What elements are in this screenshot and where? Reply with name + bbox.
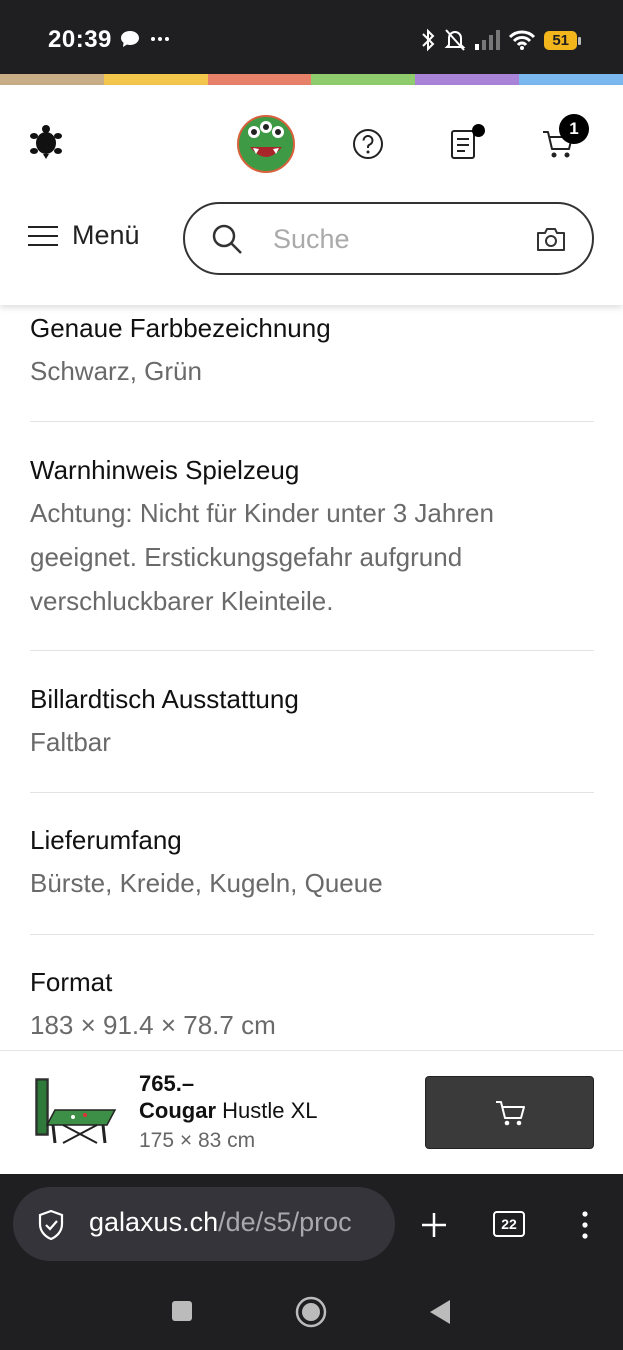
divider	[30, 934, 594, 935]
status-time: 20:39	[48, 26, 112, 53]
tabs-count-button[interactable]: 22	[493, 1211, 525, 1237]
product-model: Hustle XL	[222, 1098, 318, 1123]
url-text: galaxus.ch/de/s5/proc	[89, 1207, 352, 1238]
search-bar[interactable]	[183, 202, 594, 275]
browser-toolbar: galaxus.ch/de/s5/proc 22	[0, 1174, 623, 1270]
spec-title: Lieferumfang	[30, 825, 182, 855]
spec-item: Lieferumfang Bürste, Kreide, Kugeln, Que…	[30, 823, 594, 905]
url-bar[interactable]: galaxus.ch/de/s5/proc	[13, 1187, 395, 1261]
status-bar: 20:39 51	[0, 0, 623, 74]
more-dots-icon	[151, 37, 169, 41]
product-thumbnail[interactable]	[33, 1077, 119, 1147]
product-name[interactable]: Cougar Hustle XL	[139, 1098, 318, 1124]
spec-value: 183 × 91.4 × 78.7 cm	[30, 1010, 276, 1040]
brand-color-strip	[0, 74, 623, 85]
spec-value: Bürste, Kreide, Kugeln, Queue	[30, 868, 383, 898]
divider	[30, 421, 594, 422]
back-triangle-icon[interactable]	[428, 1298, 452, 1326]
shield-icon	[38, 1209, 64, 1241]
spec-item: Warnhinweis Spielzeug Achtung: Nicht für…	[30, 453, 594, 623]
bell-muted-icon	[444, 29, 466, 51]
spec-item: Billardtisch Ausstattung Faltbar	[30, 682, 594, 764]
signal-icon	[475, 30, 501, 50]
product-specifications: Genaue Farbbezeichnung Schwarz, Grün War…	[0, 305, 623, 1050]
divider	[30, 792, 594, 793]
strip-segment	[103, 74, 208, 85]
new-tab-plus-icon[interactable]	[421, 1212, 447, 1238]
add-to-cart-button[interactable]	[425, 1076, 594, 1149]
cart-count-badge: 1	[559, 114, 589, 144]
spec-item: Genaue Farbbezeichnung Schwarz, Grün	[30, 311, 594, 393]
turtle-icon[interactable]	[28, 122, 64, 162]
menu-button[interactable]: Menü	[28, 220, 140, 251]
spec-title: Format	[30, 967, 113, 997]
strip-segment	[311, 74, 416, 85]
menu-label: Menü	[72, 220, 140, 250]
cart-icon	[495, 1100, 525, 1125]
orders-list-icon[interactable]	[449, 124, 485, 160]
strip-segment	[519, 74, 623, 85]
camera-icon[interactable]	[536, 226, 566, 252]
spec-title: Billardtisch Ausstattung	[30, 684, 299, 714]
galaxus-monster-logo[interactable]	[237, 115, 295, 173]
search-input[interactable]	[273, 222, 513, 256]
strip-segment	[415, 74, 520, 85]
chat-bubble-icon	[121, 31, 139, 47]
bluetooth-icon	[422, 28, 435, 52]
spec-value: Schwarz, Grün	[30, 356, 202, 386]
notification-dot	[472, 124, 485, 137]
product-size: 175 × 83 cm	[139, 1129, 256, 1152]
help-icon[interactable]	[351, 127, 385, 161]
search-icon	[212, 224, 242, 254]
site-header: 1 Menü	[0, 85, 623, 305]
strip-segment	[0, 74, 104, 85]
wifi-icon	[509, 30, 536, 50]
cart-icon[interactable]: 1	[541, 114, 589, 160]
spec-value: Achtung: Nicht für Kinder unter 3 Jahren…	[30, 498, 494, 616]
url-path: /de/s5/proc	[218, 1207, 352, 1237]
product-brand: Cougar	[139, 1098, 216, 1123]
spec-value: Faltbar	[30, 727, 111, 757]
battery-indicator: 51	[544, 30, 581, 50]
spec-title: Warnhinweis Spielzeug	[30, 455, 300, 485]
url-host: galaxus.ch	[89, 1207, 219, 1237]
overflow-menu-icon[interactable]	[580, 1210, 590, 1240]
spec-title: Genaue Farbbezeichnung	[30, 313, 331, 343]
home-circle-icon[interactable]	[295, 1296, 327, 1328]
strip-segment	[207, 74, 312, 85]
recents-square-icon[interactable]	[171, 1300, 193, 1322]
spec-item: Format 183 × 91.4 × 78.7 cm	[30, 965, 594, 1047]
hamburger-icon	[28, 225, 58, 246]
product-price: 765.–	[139, 1071, 195, 1096]
system-navigation-bar	[0, 1270, 623, 1350]
divider	[30, 650, 594, 651]
sticky-product-bar: 765.– Cougar Hustle XL 175 × 83 cm	[0, 1050, 623, 1174]
